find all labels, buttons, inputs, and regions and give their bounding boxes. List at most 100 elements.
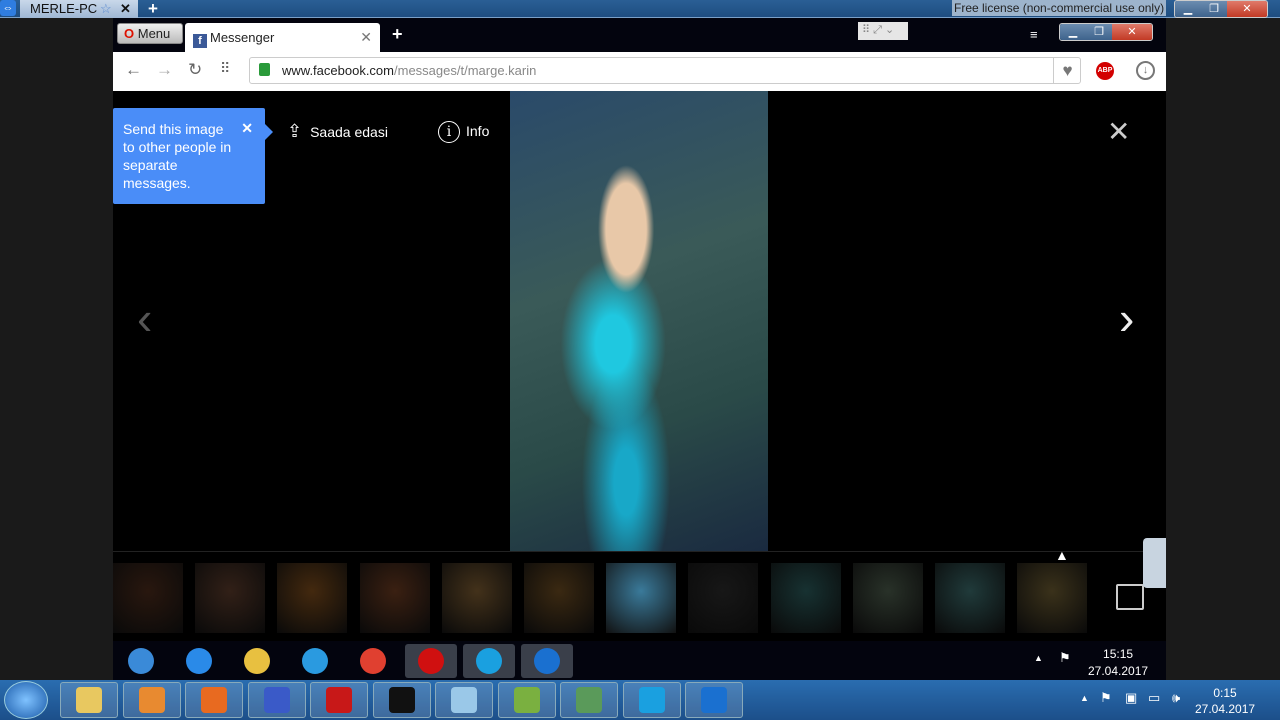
remote-window-controls: ▁ ❐ ✕: [1174, 0, 1268, 18]
share-tooltip: Send this image to other people in separ…: [113, 108, 273, 204]
browser-window: O Menu f Messenger ✕ + ⠿ ⤢ ⌄ ≡ ▁ ❐ ✕ ← → ↻ ⠿…: [113, 18, 1166, 641]
share-label: Saada edasi: [310, 124, 388, 140]
star-icon[interactable]: ☆: [100, 1, 112, 17]
thumbnail[interactable]: [359, 563, 430, 633]
thumbnail-strip: [113, 551, 1166, 641]
power-icon[interactable]: ▣: [1125, 690, 1137, 706]
folder-icon[interactable]: [231, 644, 283, 678]
url-path: /messages/t/marge.karin: [394, 63, 537, 78]
filezilla-icon[interactable]: [310, 682, 368, 718]
thumbnail[interactable]: [195, 563, 266, 633]
gallery-icon[interactable]: [1116, 584, 1144, 610]
cmd-icon[interactable]: [372, 682, 431, 718]
windows-taskbar: 0:15 27.04.2017 ▲ ⚑ ▣ ▭ 🕪: [0, 680, 1280, 720]
new-session-button[interactable]: +: [148, 0, 158, 19]
share-icon: ⇪: [287, 121, 303, 141]
app-icon[interactable]: [247, 682, 306, 718]
thumbnail[interactable]: [606, 563, 677, 633]
thumbnail[interactable]: [852, 563, 923, 633]
notepad-icon[interactable]: [435, 682, 493, 718]
ccleaner-icon[interactable]: [289, 644, 341, 678]
next-arrow-icon[interactable]: ›: [1119, 291, 1134, 345]
photo-viewer: Send this image to other people in separ…: [113, 91, 1166, 641]
restore-button[interactable]: ❐: [1086, 24, 1112, 40]
action-center-flag-icon[interactable]: ⚑: [1100, 690, 1112, 706]
volume-icon[interactable]: 🕪: [1172, 690, 1180, 706]
speed-dial-icon[interactable]: ⠿: [220, 60, 230, 77]
teamviewer-icon[interactable]: [685, 682, 743, 718]
heart-icon[interactable]: ♥: [1053, 58, 1081, 83]
remote-date: 27.04.2017: [1088, 664, 1149, 678]
chrome-icon[interactable]: [347, 644, 399, 678]
opera-menu-button[interactable]: O Menu: [117, 23, 183, 44]
download-icon[interactable]: ↓: [1136, 61, 1155, 80]
close-tab-icon[interactable]: ✕: [360, 29, 372, 46]
close-button[interactable]: ✕: [1112, 24, 1152, 40]
facebook-icon: f: [193, 34, 207, 48]
thumbnail[interactable]: [277, 563, 348, 633]
thumbnail[interactable]: [935, 563, 1005, 633]
reload-icon[interactable]: ↻: [188, 60, 202, 80]
remote-desktop-icon[interactable]: [560, 682, 618, 718]
thumbnail[interactable]: [441, 563, 512, 633]
remote-tab[interactable]: MERLE-PC ☆ ✕: [20, 0, 138, 18]
notepad-plus-icon[interactable]: [497, 682, 556, 718]
remote-session-bar: ⇔ MERLE-PC ☆ ✕ + Free license (non-commerc…: [0, 0, 1280, 18]
minimize-button[interactable]: ▁: [1060, 24, 1086, 40]
network-icon[interactable]: ▭: [1148, 690, 1160, 706]
thumbnail[interactable]: [524, 563, 594, 633]
close-viewer-icon[interactable]: ✕: [1107, 115, 1130, 148]
opera-icon[interactable]: [405, 644, 457, 678]
remote-taskbar: 15:15 27.04.2017 ▲ ⚑: [113, 641, 1166, 680]
teamviewer-icon[interactable]: ⇔: [0, 0, 16, 16]
url-input[interactable]: www.facebook.com/messages/t/marge.karin …: [249, 57, 1081, 84]
thumbnail[interactable]: [688, 563, 759, 633]
menu-label: Menu: [137, 26, 171, 41]
windows-start-icon[interactable]: [115, 644, 167, 678]
firefox-icon[interactable]: [185, 682, 243, 718]
share-button[interactable]: ⇪ Saada edasi: [287, 121, 388, 142]
forward-icon[interactable]: →: [156, 60, 173, 80]
close-icon[interactable]: ✕: [120, 1, 131, 17]
previous-arrow-icon[interactable]: ‹: [137, 291, 152, 345]
teamviewer-side-panel[interactable]: [1143, 538, 1166, 588]
skype-icon[interactable]: [622, 682, 681, 718]
remote-time: 15:15: [1103, 647, 1134, 661]
new-tab-button[interactable]: +: [392, 24, 403, 45]
tab-title: Messenger: [210, 30, 275, 45]
tooltip-text: Send this image to other people in separ…: [123, 121, 232, 191]
back-icon[interactable]: ←: [125, 60, 142, 80]
time: 0:15: [1213, 686, 1237, 700]
tab-strip: O Menu f Messenger ✕ + ⠿ ⤢ ⌄ ≡ ▁ ❐ ✕: [113, 18, 1166, 52]
start-button[interactable]: [4, 681, 48, 719]
info-button[interactable]: i Info: [438, 121, 489, 143]
explorer-icon[interactable]: [60, 682, 118, 718]
remote-clock: 15:15 27.04.2017: [1088, 646, 1148, 680]
url-domain: www.facebook.com: [282, 63, 394, 78]
close-tooltip-icon[interactable]: ✕: [241, 119, 253, 137]
flag-icon[interactable]: ⚑: [1059, 650, 1071, 666]
adblock-icon[interactable]: ABP: [1096, 62, 1114, 80]
clock[interactable]: 0:15 27.04.2017: [1195, 685, 1255, 717]
thumbnail[interactable]: [770, 563, 841, 633]
info-label: Info: [466, 123, 490, 139]
tab-menu-icon[interactable]: ≡: [1030, 27, 1038, 42]
photo: [510, 91, 768, 551]
thumbnail[interactable]: [113, 563, 183, 633]
skype-icon[interactable]: [463, 644, 515, 678]
tray-expand-icon[interactable]: ▲: [1080, 693, 1089, 703]
tray-expand-icon[interactable]: ▲: [1034, 653, 1043, 663]
address-toolbar: ← → ↻ ⠿ www.facebook.com/messages/t/marg…: [113, 52, 1166, 91]
close-button[interactable]: ✕: [1227, 1, 1267, 17]
info-icon: i: [438, 121, 460, 143]
restore-button[interactable]: ❐: [1201, 1, 1227, 17]
tab-messenger[interactable]: f Messenger ✕: [185, 23, 380, 52]
remote-tab-label: MERLE-PC: [30, 1, 98, 16]
internet-explorer-icon[interactable]: [173, 644, 225, 678]
tiles-control[interactable]: ⠿ ⤢ ⌄: [858, 22, 908, 40]
minimize-button[interactable]: ▁: [1175, 1, 1201, 17]
thumbnail[interactable]: [1017, 563, 1088, 633]
teamviewer-icon[interactable]: [521, 644, 573, 678]
license-label: Free license (non-commercial use only): [952, 0, 1167, 16]
media-player-icon[interactable]: [122, 682, 181, 718]
